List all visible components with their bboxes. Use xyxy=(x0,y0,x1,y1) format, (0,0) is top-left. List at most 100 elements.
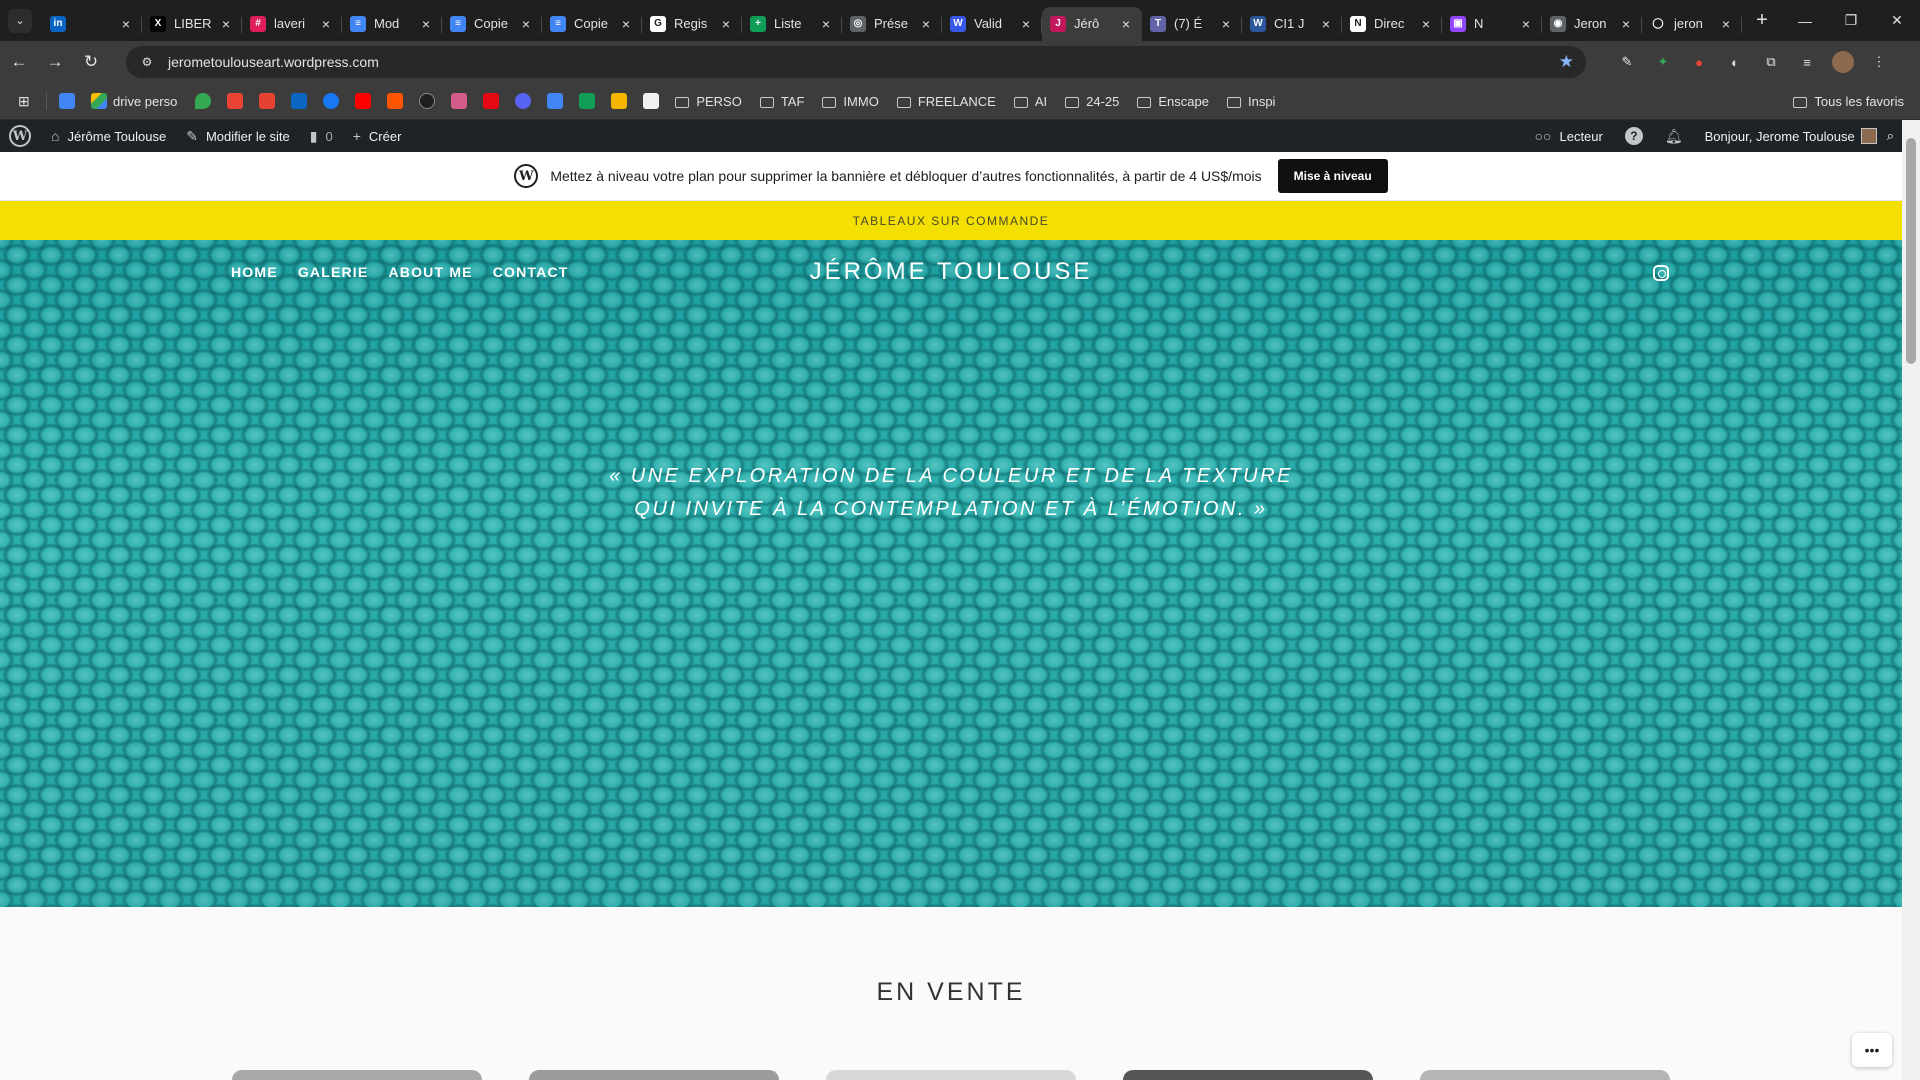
netflix-icon[interactable] xyxy=(483,93,500,109)
browser-tab[interactable]: T (7) É × xyxy=(1142,7,1242,41)
bookmark-folder[interactable]: IMMO xyxy=(822,94,879,109)
wp-account[interactable]: Bonjour, Jerome Toulouse xyxy=(1705,128,1877,144)
close-icon[interactable]: × xyxy=(118,16,134,32)
all-bookmarks[interactable]: Tous les favoris xyxy=(1793,83,1904,120)
announcement-bar[interactable]: TABLEAUX SUR COMMANDE xyxy=(0,201,1902,240)
tab-search-button[interactable]: ⌄ xyxy=(8,8,32,33)
bookmark-folder[interactable]: Enscape xyxy=(1137,94,1209,109)
browser-tab[interactable]: ≡ Copie × xyxy=(442,7,542,41)
close-icon[interactable]: × xyxy=(1418,16,1434,32)
product-card[interactable] xyxy=(529,1070,779,1080)
bookmark-sheets-icon[interactable] xyxy=(59,93,75,109)
discord-icon[interactable] xyxy=(515,93,532,109)
browser-menu-icon[interactable]: ⋮ xyxy=(1866,49,1892,75)
extensions-puzzle-icon[interactable]: ⧉ xyxy=(1758,49,1784,75)
browser-tab[interactable]: ◯ jeron × xyxy=(1642,7,1742,41)
back-button[interactable]: ← xyxy=(2,45,36,79)
close-window-button[interactable]: ✕ xyxy=(1874,0,1920,41)
bookmark-folder[interactable]: AI xyxy=(1013,94,1047,109)
browser-tab[interactable]: ≡ Mod × xyxy=(342,7,442,41)
bookmark-folder[interactable]: 24-25 xyxy=(1065,94,1119,109)
url-text[interactable]: jerometoulouseart.wordpress.com xyxy=(168,54,379,70)
close-icon[interactable]: × xyxy=(1218,16,1234,32)
google-sheets-icon[interactable] xyxy=(579,93,596,109)
close-icon[interactable]: × xyxy=(918,16,934,32)
scrollbar-thumb[interactable] xyxy=(1906,138,1916,364)
more-options-button[interactable]: ••• xyxy=(1852,1033,1892,1067)
restore-button[interactable]: ❐ xyxy=(1828,0,1874,41)
browser-tab[interactable]: ◉ Jeron × xyxy=(1542,7,1642,41)
todoist-icon[interactable] xyxy=(259,93,276,109)
bookmark-folder[interactable]: FREELANCE xyxy=(896,94,996,109)
linkedin-icon[interactable] xyxy=(291,93,308,109)
bookmark-folder[interactable]: PERSO xyxy=(675,94,742,109)
browser-tab[interactable]: J Jérô × xyxy=(1042,6,1142,41)
close-icon[interactable]: × xyxy=(1618,16,1634,32)
apps-grid-icon[interactable]: ⊞ xyxy=(18,93,34,110)
translate-icon[interactable] xyxy=(547,93,564,109)
google-maps-icon[interactable] xyxy=(195,93,212,109)
close-icon[interactable]: × xyxy=(518,16,534,32)
pen-extension-icon[interactable]: ✎ xyxy=(1614,49,1640,75)
browser-tab[interactable]: W Valid × xyxy=(942,7,1042,41)
bookmark-drive-perso[interactable]: drive perso xyxy=(91,93,177,109)
red-extension-icon[interactable]: ● xyxy=(1686,49,1712,75)
browser-tab[interactable]: # laveri × xyxy=(242,7,342,41)
address-bar[interactable]: ⚙ jerometoulouseart.wordpress.com ★ xyxy=(126,46,1586,78)
browser-tab[interactable]: X LIBER × xyxy=(142,7,242,41)
wordpress-logo-icon[interactable]: W xyxy=(9,125,31,147)
wp-edit-site[interactable]: ✎ Modifier le site xyxy=(186,128,290,145)
close-icon[interactable]: × xyxy=(718,16,734,32)
keep-icon[interactable] xyxy=(611,93,628,109)
media-control-icon[interactable]: ≡ xyxy=(1794,49,1820,75)
green-extension-icon[interactable]: ✦ xyxy=(1650,49,1676,75)
wp-site-name[interactable]: ⌂ Jérôme Toulouse xyxy=(51,128,166,144)
profile-avatar[interactable] xyxy=(1830,49,1856,75)
close-icon[interactable]: × xyxy=(1518,16,1534,32)
close-icon[interactable]: × xyxy=(218,16,234,32)
product-card[interactable] xyxy=(826,1070,1076,1080)
close-icon[interactable]: × xyxy=(318,16,334,32)
wp-search[interactable]: ⌕ xyxy=(1887,128,1894,144)
close-icon[interactable]: × xyxy=(1018,16,1034,32)
dark-mode-extension-icon[interactable]: ◐ xyxy=(1722,49,1748,75)
product-card[interactable] xyxy=(232,1070,482,1080)
facebook-icon[interactable] xyxy=(323,93,340,109)
close-icon[interactable]: × xyxy=(618,16,634,32)
browser-tab[interactable]: ◎ Prése × xyxy=(842,7,942,41)
wp-comments[interactable]: ▮ 0 xyxy=(310,128,333,145)
wp-reader[interactable]: ○○ Lecteur xyxy=(1535,128,1603,144)
site-title[interactable]: JÉRÔME TOULOUSE xyxy=(0,258,1902,286)
browser-tab[interactable]: in × xyxy=(42,7,142,41)
browser-tab[interactable]: W CI1 J × xyxy=(1242,7,1342,41)
github-icon[interactable] xyxy=(419,93,436,109)
amazon-icon[interactable] xyxy=(643,93,660,109)
wp-notifications[interactable]: 🔔︎ xyxy=(1665,128,1683,145)
wp-create[interactable]: + Créer xyxy=(353,128,402,144)
wp-help[interactable]: ? xyxy=(1624,127,1643,145)
bookmark-star-icon[interactable]: ★ xyxy=(1559,52,1574,72)
close-icon[interactable]: × xyxy=(1318,16,1334,32)
gmail-icon[interactable] xyxy=(227,93,244,109)
close-icon[interactable]: × xyxy=(1118,16,1134,32)
minimize-button[interactable]: — xyxy=(1782,0,1828,41)
page-scrollbar[interactable] xyxy=(1902,120,1920,1080)
new-tab-button[interactable]: + xyxy=(1748,7,1776,35)
youtube-icon[interactable] xyxy=(355,93,372,109)
flickr-icon[interactable] xyxy=(451,93,468,109)
bookmark-folder[interactable]: TAF xyxy=(759,94,804,109)
instagram-icon[interactable] xyxy=(1653,265,1669,281)
browser-tab[interactable]: G Regis × xyxy=(642,7,742,41)
site-info-icon[interactable]: ⚙ xyxy=(136,55,158,69)
browser-tab[interactable]: N Direc × xyxy=(1342,7,1442,41)
soundcloud-icon[interactable] xyxy=(387,93,404,109)
close-icon[interactable]: × xyxy=(818,16,834,32)
bookmark-folder[interactable]: Inspi xyxy=(1226,94,1275,109)
browser-tab[interactable]: ≡ Copie × xyxy=(542,7,642,41)
product-card[interactable] xyxy=(1420,1070,1670,1080)
browser-tab[interactable]: + Liste × xyxy=(742,7,842,41)
close-icon[interactable]: × xyxy=(418,16,434,32)
close-icon[interactable]: × xyxy=(1718,16,1734,32)
product-card[interactable] xyxy=(1123,1070,1373,1080)
reload-button[interactable]: ↻ xyxy=(74,45,108,79)
